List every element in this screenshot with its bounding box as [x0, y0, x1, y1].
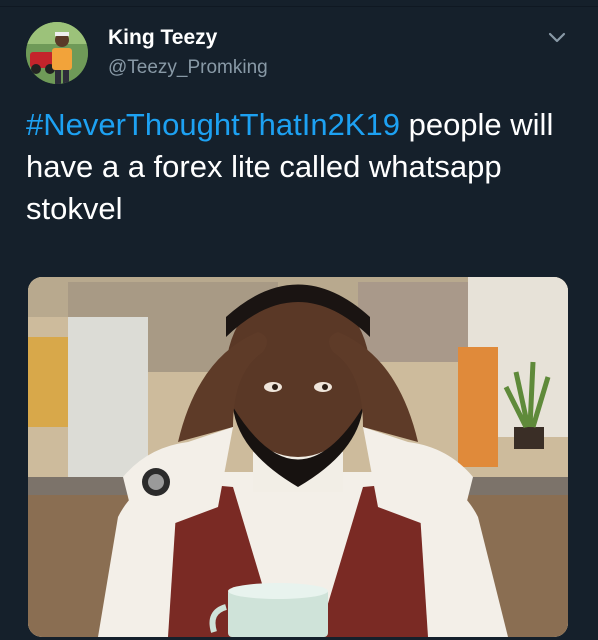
hashtag-link[interactable]: #NeverThoughtThatIn2K19 [26, 107, 400, 142]
tweet-header: King Teezy @Teezy_Promking [26, 20, 576, 90]
tweet-media[interactable] [28, 277, 568, 637]
top-divider [0, 6, 598, 7]
tweet-text: #NeverThoughtThatIn2K19 people will have… [26, 104, 578, 230]
author-name[interactable]: King Teezy [108, 26, 217, 50]
avatar[interactable] [26, 22, 88, 84]
chevron-down-icon[interactable] [546, 26, 568, 48]
author-handle[interactable]: @Teezy_Promking [108, 57, 268, 79]
